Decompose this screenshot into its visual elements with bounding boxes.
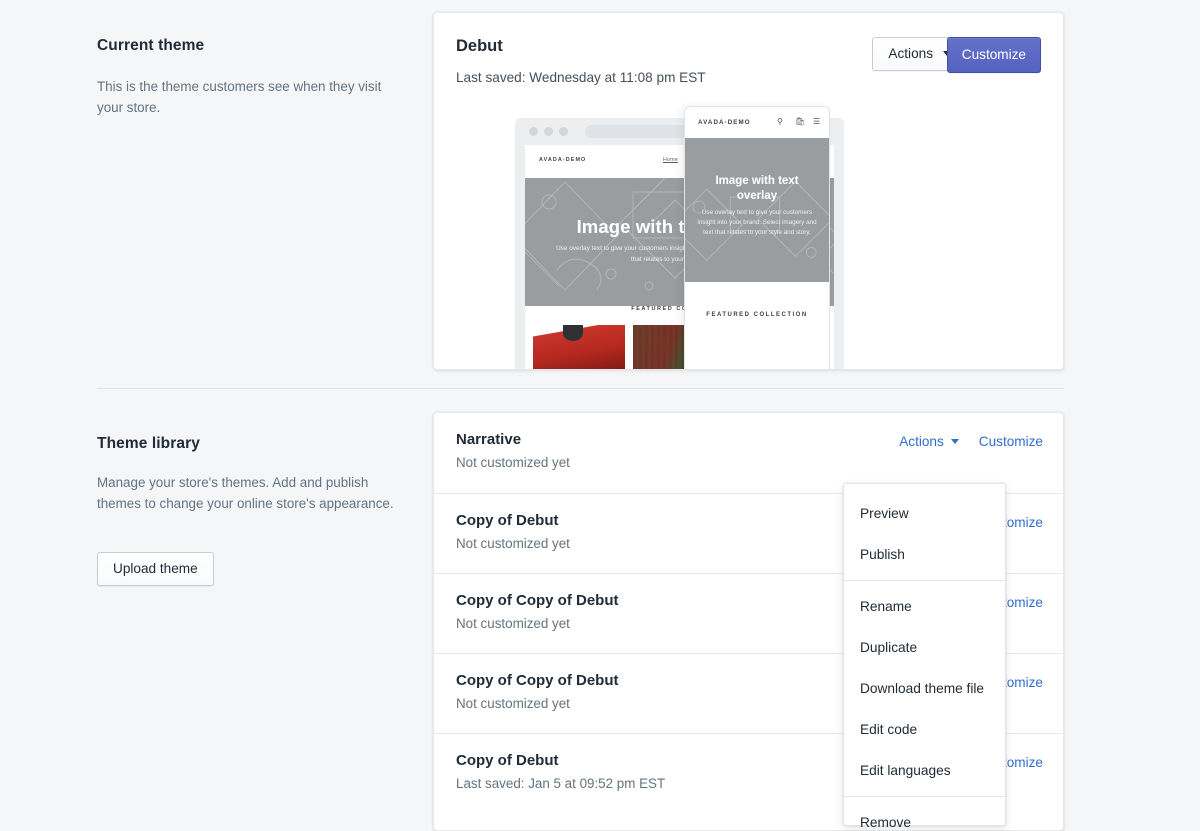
store-logo: AVADA-DEMO [698,119,751,126]
browser-dot-green [559,127,568,136]
current-theme-description: This is the theme customers see when the… [97,79,382,115]
current-theme-name: Debut [456,37,503,55]
theme-preview: AVADA-DEMO Home Catalog ⚲ 🛍 [434,106,1063,369]
theme-status: Not customized yet [456,696,570,711]
menu-item-edit-languages[interactable]: Edit languages [844,750,1005,791]
upload-theme-button[interactable]: Upload theme [97,552,214,586]
theme-library-description: Manage your store's themes. Add and publ… [97,475,394,511]
menu-item-download-theme-file[interactable]: Download theme file [844,668,1005,709]
search-icon: ⚲ [777,117,783,126]
featured-collection-heading: FEATURED COLLECTION [706,312,808,318]
menu-separator [844,796,1005,797]
theme-library-heading: Theme library [97,435,200,452]
row-actions: Actions Customize [899,434,1043,449]
store-logo: AVADA-DEMO [539,157,587,163]
row-actions-button[interactable]: Actions [899,434,959,449]
cart-icon: 🛍 [795,117,806,126]
customize-button[interactable]: Customize [946,37,1041,73]
browser-dot-yellow [544,127,553,136]
theme-status: Last saved: Jan 5 at 09:52 pm EST [456,776,666,791]
current-theme-card: Debut Last saved: Wednesday at 11:08 pm … [433,12,1064,370]
browser-dot-red [529,127,538,136]
store-nav-home: Home [663,157,679,163]
chevron-down-icon [950,439,959,444]
hero-title: Image with text overlay [715,175,799,202]
menu-item-remove[interactable]: Remove [844,802,1005,831]
mobile-store-navbar: AVADA-DEMO ⚲ 🛍 ☰ [685,107,829,138]
theme-name: Copy of Debut [456,752,559,769]
menu-separator [844,580,1005,581]
actions-button-label: Actions [888,46,933,61]
current-theme-last-saved: Last saved: Wednesday at 11:08 pm EST [456,70,706,85]
table-row: Narrative Not customized yet Actions Cus… [434,413,1063,493]
hero-subtitle: Use overlay text to give your customers … [697,209,817,236]
menu-item-publish[interactable]: Publish [844,534,1005,575]
theme-name: Copy of Debut [456,512,559,529]
theme-name: Copy of Copy of Debut [456,592,619,609]
theme-status: Not customized yet [456,536,570,551]
row-customize-link[interactable]: Customize [979,434,1043,449]
mobile-preview: AVADA-DEMO ⚲ 🛍 ☰ Image with text overlay… [684,106,830,369]
mobile-hero-banner: Image with text overlay Use overlay text… [685,138,829,282]
themes-page: Current theme This is the theme customer… [0,0,1200,831]
menu-item-preview[interactable]: Preview [844,493,1005,534]
hamburger-menu-icon: ☰ [813,117,821,126]
theme-name: Copy of Copy of Debut [456,672,619,689]
actions-label: Actions [899,434,944,449]
theme-status: Not customized yet [456,455,570,470]
current-theme-heading: Current theme [97,37,205,54]
menu-item-duplicate[interactable]: Duplicate [844,627,1005,668]
actions-dropdown-menu: Preview Publish Rename Duplicate Downloa… [843,483,1006,830]
section-divider [97,388,1064,389]
menu-item-rename[interactable]: Rename [844,586,1005,627]
menu-item-edit-code[interactable]: Edit code [844,709,1005,750]
theme-status: Not customized yet [456,616,570,631]
theme-name: Narrative [456,431,522,448]
product-thumbnail [533,325,626,369]
